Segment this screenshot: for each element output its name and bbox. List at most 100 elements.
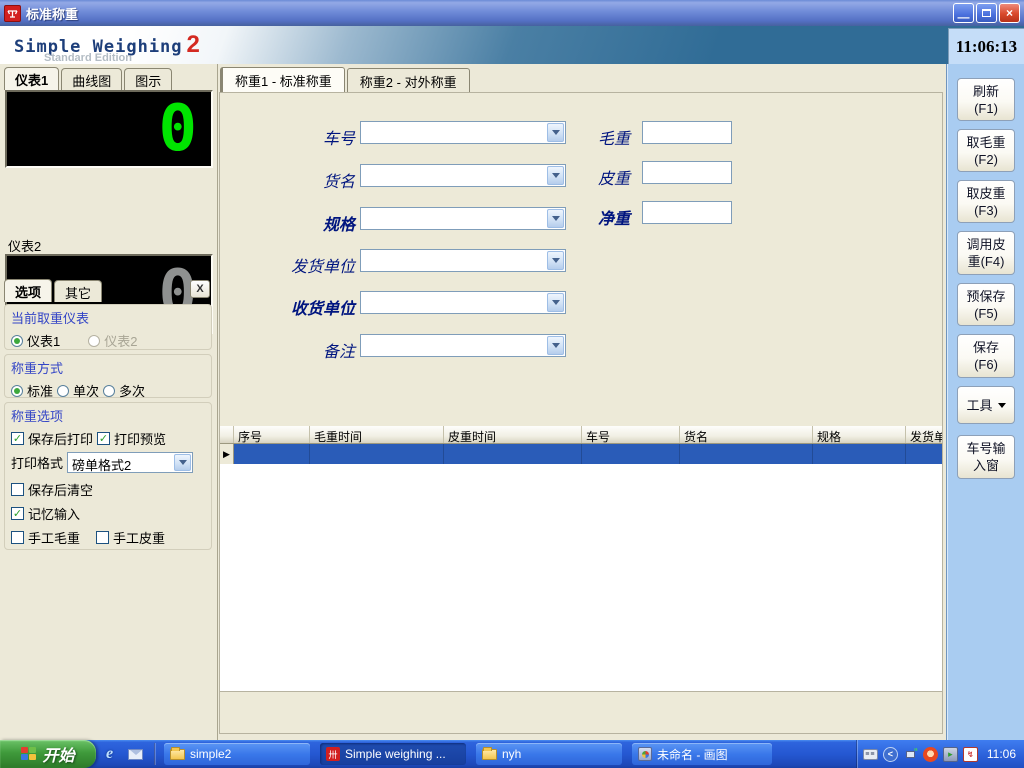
remark-combo[interactable] [360, 334, 566, 357]
shipper-combo[interactable] [360, 249, 566, 272]
minimize-button[interactable]: — [953, 3, 974, 23]
scale-tray-icon[interactable]: ↯ [963, 747, 978, 762]
keyboard-icon[interactable]: ≡≡ [863, 749, 878, 760]
manual-tare-checkbox[interactable] [96, 531, 109, 544]
memory-input-checkbox[interactable]: ✓ [11, 507, 24, 520]
recall-tare-button[interactable]: 调用皮重(F4) [957, 231, 1015, 275]
windows-logo-icon [21, 747, 37, 761]
mode-standard-radio[interactable] [11, 385, 23, 397]
taskbar-clock: 11:06 [987, 747, 1016, 761]
tab-weigh1[interactable]: 称重1 - 标准称重 [220, 67, 345, 92]
browser-icon[interactable]: e [106, 746, 122, 762]
edition-label: Standard Edition [44, 52, 132, 64]
col-tare-time[interactable]: 皮重时间 [444, 426, 582, 443]
print-format-value: 磅单格式2 [72, 455, 131, 474]
row-indicator-icon: ▶ [223, 449, 230, 460]
security-icon[interactable] [923, 747, 938, 762]
taskbar-item-nyh[interactable]: nyh [476, 743, 622, 765]
meter2-radio[interactable] [88, 335, 100, 347]
paint-icon [638, 747, 652, 761]
print-format-combo[interactable]: 磅单格式2 [67, 452, 193, 473]
manual-gross-checkbox[interactable] [11, 531, 24, 544]
weigh-mode-group: 称重方式 标准 单次 多次 [4, 354, 212, 398]
get-tare-button[interactable]: 取皮重(F3) [957, 180, 1015, 223]
tools-button[interactable]: 工具 [957, 386, 1015, 424]
tab-options[interactable]: 选项 [4, 279, 52, 302]
col-goods[interactable]: 货名 [680, 426, 813, 443]
get-gross-button[interactable]: 取毛重(F2) [957, 129, 1015, 172]
folder-icon [170, 749, 185, 760]
taskbar-item-paint[interactable]: 未命名 - 画图 [632, 743, 772, 765]
tab-meter1[interactable]: 仪表1 [4, 67, 59, 90]
vehicle-input-window-button[interactable]: 车号输入窗 [957, 435, 1015, 479]
gross-weight-input[interactable] [642, 121, 732, 144]
chevron-down-icon[interactable] [547, 251, 564, 270]
shipper-label: 发货单位 [240, 253, 355, 277]
gross-weight-label: 毛重 [520, 125, 630, 149]
print-after-save-checkbox[interactable]: ✓ [11, 432, 24, 445]
col-gross-time[interactable]: 毛重时间 [310, 426, 444, 443]
col-shipper[interactable]: 发货单位 [906, 426, 942, 443]
system-tray: ≡≡ < “ ↯ 11:06 [856, 740, 1024, 768]
tab-other[interactable]: 其它 [54, 280, 102, 302]
meter1-radio-label: 仪表1 [27, 331, 60, 350]
folder-icon [482, 749, 497, 760]
meter2-label: 仪表2 [8, 236, 41, 255]
col-seq[interactable]: 序号 [234, 426, 310, 443]
col-spec[interactable]: 规格 [813, 426, 906, 443]
presave-button[interactable]: 预保存(F5) [957, 283, 1015, 326]
chevron-down-icon[interactable] [547, 336, 564, 355]
mode-single-radio[interactable] [57, 385, 69, 397]
row-indicator: ▶ [220, 444, 234, 464]
col-vehicle[interactable]: 车号 [582, 426, 680, 443]
table-header-row: 序号 毛重时间 皮重时间 车号 货名 规格 发货单位 [220, 426, 942, 444]
database-icon[interactable] [943, 747, 958, 762]
mode-multi-radio[interactable] [103, 385, 115, 397]
weighing-app-icon: 卅 [326, 747, 340, 761]
remark-label: 备注 [240, 338, 355, 362]
vehicle-no-label: 车号 [240, 125, 355, 149]
manual-gross-label: 手工毛重 [28, 528, 80, 547]
spec-label: 规格 [240, 211, 355, 235]
save-button[interactable]: 保存(F6) [957, 334, 1015, 378]
app-icon [4, 5, 21, 22]
app-header: Simple Weighing2 Standard Edition [0, 26, 1024, 64]
taskbar-item-simple2[interactable]: simple2 [164, 743, 310, 765]
meter1-radio[interactable] [11, 335, 23, 347]
tare-weight-input[interactable] [642, 161, 732, 184]
left-panel: 仪表1 曲线图 图示 0 仪表2 0 选项 其它 X 当前取重仪表 仪表1 仪表… [0, 64, 218, 740]
dropdown-arrow-icon [998, 403, 1006, 408]
clear-after-save-label: 保存后清空 [28, 480, 93, 499]
chevron-down-icon[interactable] [547, 293, 564, 312]
indicator-column-header [220, 426, 234, 443]
tab-diagram[interactable]: 图示 [124, 68, 172, 90]
close-button[interactable]: × [999, 3, 1020, 23]
brand-version: 2 [187, 31, 201, 58]
network-icon[interactable]: “ [903, 747, 918, 762]
current-meter-group-title: 当前取重仪表 [11, 308, 205, 327]
restore-button[interactable] [976, 3, 997, 23]
clock-display: 11:06:13 [948, 28, 1024, 64]
clear-after-save-checkbox[interactable] [11, 483, 24, 496]
action-button-strip: 刷新(F1) 取毛重(F2) 取皮重(F3) 调用皮重(F4) 预保存(F5) … [946, 64, 1024, 740]
mail-icon[interactable] [128, 749, 143, 760]
table-row[interactable]: ▶ [220, 444, 942, 464]
print-preview-checkbox[interactable]: ✓ [97, 432, 110, 445]
tab-weigh2[interactable]: 称重2 - 对外称重 [347, 68, 470, 92]
net-weight-input[interactable] [642, 201, 732, 224]
main-area: 称重1 - 标准称重 称重2 - 对外称重 车号 货名 规格 发货单位 收货单位… [218, 64, 946, 740]
start-button[interactable]: 开始 [0, 740, 96, 768]
meter2-radio-label: 仪表2 [104, 331, 137, 350]
taskbar-item-simple-weighing[interactable]: 卅 Simple weighing ... [320, 743, 466, 765]
goods-name-label: 货名 [240, 168, 355, 192]
title-bar: 标准称重 — × [0, 0, 1024, 26]
chevron-down-icon[interactable] [174, 454, 191, 471]
mode-standard-label: 标准 [27, 381, 53, 400]
options-close-button[interactable]: X [190, 280, 210, 298]
mode-single-label: 单次 [73, 381, 99, 400]
window-title: 标准称重 [26, 4, 953, 23]
tab-curve[interactable]: 曲线图 [61, 68, 122, 90]
receiver-combo[interactable] [360, 291, 566, 314]
language-bar-icon[interactable]: < [883, 747, 898, 762]
refresh-button[interactable]: 刷新(F1) [957, 78, 1015, 121]
